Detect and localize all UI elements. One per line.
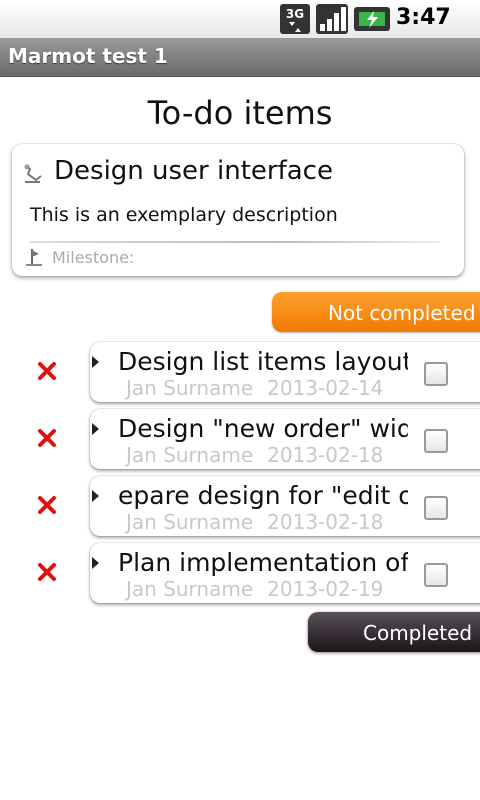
not-completed-header[interactable]: Not completed (272, 292, 480, 332)
expand-arrow-icon[interactable] (92, 356, 100, 368)
milestone-label: Milestone: (52, 248, 135, 267)
list-item[interactable]: Design list items layout Jan Surname 2013… (0, 342, 480, 402)
section-title: To-do items (147, 94, 333, 132)
delete-icon[interactable] (36, 561, 58, 583)
item-card[interactable]: Design "new order" wid Jan Surname 2013-0… (90, 409, 480, 469)
item-meta: Jan Surname 2013-02-18 (126, 443, 383, 467)
clock-time: 3:47 (396, 5, 451, 30)
completed-label: Completed (363, 621, 473, 645)
item-date: 2013-02-19 (267, 577, 384, 601)
task-card[interactable]: Design user interface This is an exempla… (12, 144, 464, 276)
task-description: This is an exemplary description (30, 204, 338, 226)
item-card[interactable]: Design list items layout Jan Surname 2013… (90, 342, 480, 402)
list-item[interactable]: Plan implementation of Jan Surname 2013-0… (0, 543, 480, 603)
item-meta: Jan Surname 2013-02-14 (126, 376, 383, 400)
expand-arrow-icon[interactable] (92, 557, 100, 569)
list-item[interactable]: Design "new order" wid Jan Surname 2013-0… (0, 409, 480, 469)
network-3g-icon: 3G (280, 4, 310, 34)
item-checkbox[interactable] (424, 362, 448, 386)
divider (30, 241, 440, 243)
item-checkbox[interactable] (424, 563, 448, 587)
expand-arrow-icon[interactable] (92, 423, 100, 435)
battery-charging-icon (354, 7, 390, 31)
app-title: Marmot test 1 (8, 44, 168, 68)
completed-header[interactable]: Completed (308, 612, 480, 652)
item-assignee: Jan Surname (126, 443, 254, 467)
status-bar: 3G 3:47 PM (0, 0, 480, 53)
milestone-flag-icon (26, 249, 42, 266)
item-assignee: Jan Surname (126, 510, 254, 534)
not-completed-label: Not completed (328, 301, 476, 325)
network-label: 3G (286, 7, 304, 21)
item-date: 2013-02-18 (267, 443, 384, 467)
delete-icon[interactable] (36, 427, 58, 449)
signal-icon (316, 4, 348, 34)
expand-arrow-icon[interactable] (92, 490, 100, 502)
task-icon (24, 164, 42, 183)
item-checkbox[interactable] (424, 496, 448, 520)
list-item[interactable]: epare design for "edit ord Jan Surname 20… (0, 476, 480, 536)
task-name: Design user interface (54, 156, 333, 186)
delete-icon[interactable] (36, 360, 58, 382)
item-meta: Jan Surname 2013-02-18 (126, 510, 383, 534)
item-assignee: Jan Surname (126, 376, 254, 400)
item-card[interactable]: Plan implementation of Jan Surname 2013-0… (90, 543, 480, 603)
item-checkbox[interactable] (424, 429, 448, 453)
item-date: 2013-02-18 (267, 510, 384, 534)
item-meta: Jan Surname 2013-02-19 (126, 577, 383, 601)
delete-icon[interactable] (36, 494, 58, 516)
title-bar: Marmot test 1 (0, 38, 480, 77)
item-date: 2013-02-14 (267, 376, 384, 400)
item-assignee: Jan Surname (126, 577, 254, 601)
item-card[interactable]: epare design for "edit ord Jan Surname 20… (90, 476, 480, 536)
